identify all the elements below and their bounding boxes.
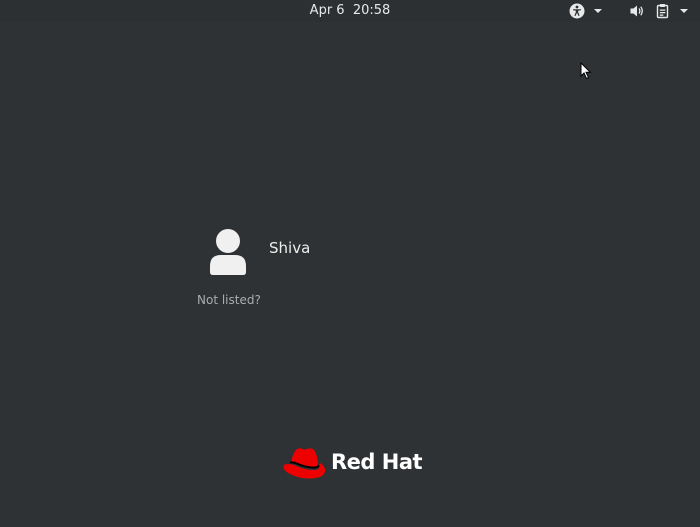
- dropdown-arrow-icon: [594, 9, 602, 13]
- mouse-pointer-icon: [580, 62, 592, 80]
- volume-indicator[interactable]: [629, 3, 645, 19]
- red-hat-logo: Red Hat: [282, 443, 423, 481]
- clock-time: 20:58: [352, 3, 391, 18]
- clock-date: Apr 6: [309, 3, 345, 18]
- top-bar: Apr 6 20:58: [0, 0, 700, 22]
- user-name: Shiva: [269, 239, 311, 257]
- red-hat-fedora-icon: [283, 448, 326, 479]
- volume-icon: [630, 5, 643, 17]
- logo-text: Red Hat: [331, 450, 423, 474]
- clipboard-indicator[interactable]: [655, 3, 671, 19]
- login-screen: Apr 6 20:58 Shiva Not listed? Red Hat: [0, 0, 700, 527]
- dropdown-arrow-icon: [680, 9, 688, 13]
- clipboard-icon: [656, 4, 669, 19]
- not-listed-button[interactable]: Not listed?: [197, 293, 261, 307]
- user-avatar-icon: [210, 229, 246, 275]
- accessibility-dropdown[interactable]: [593, 3, 603, 19]
- accessibility-icon: [569, 3, 585, 19]
- accessibility-menu-button[interactable]: [569, 3, 585, 19]
- user-entry-shiva[interactable]: Shiva: [200, 224, 360, 276]
- system-menu-dropdown[interactable]: [679, 3, 689, 19]
